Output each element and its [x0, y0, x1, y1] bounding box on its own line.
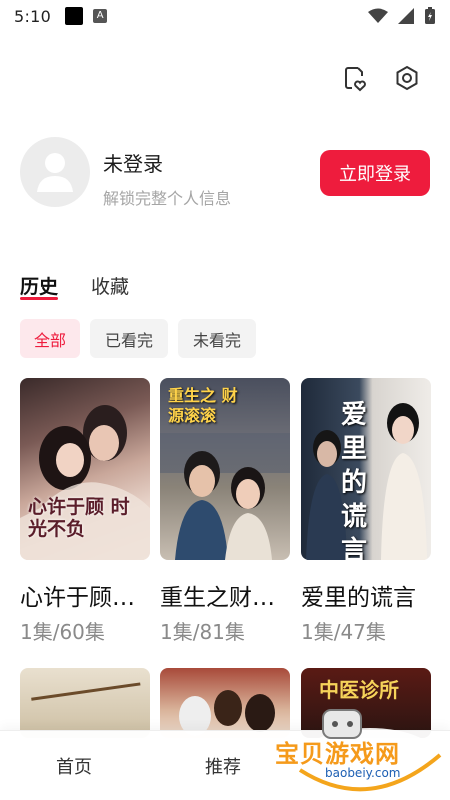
user-icon — [37, 153, 73, 192]
watermark-text: 宝贝游戏网 — [275, 740, 400, 768]
episode-progress: 1集/60集 — [20, 620, 105, 644]
avatar[interactable] — [20, 137, 90, 207]
drama-cover: 重生之 财源滚滚 — [160, 378, 290, 560]
wifi-icon — [368, 8, 388, 23]
cover-title: 心许于顾 时光不负 — [28, 496, 130, 540]
episode-progress: 1集/47集 — [301, 620, 386, 644]
profile-subtitle: 解锁完整个人信息 — [103, 189, 232, 208]
drama-card[interactable] — [160, 668, 290, 738]
tab-history[interactable]: 历史 — [20, 272, 58, 299]
favorites-icon[interactable] — [338, 62, 370, 94]
drama-cover: 心许于顾 时光不负 — [20, 378, 150, 560]
episode-progress: 1集/81集 — [160, 620, 245, 644]
drama-title: 心许于顾时光不负 — [20, 585, 150, 611]
settings-icon[interactable] — [391, 62, 423, 94]
nav-home[interactable]: 首页 — [56, 753, 92, 779]
cover-title: 重生之 财源滚滚 — [168, 386, 238, 425]
cover-title: 爱里的谎言 — [341, 400, 368, 560]
cover-title: 中医诊所 — [319, 678, 399, 702]
drama-card[interactable]: 重生之 财源滚滚 重生之财源滚滚 1集/81集 — [160, 378, 290, 648]
drama-card[interactable] — [20, 668, 150, 738]
watermark-url: baobeiy.com — [325, 766, 401, 780]
drama-cover — [20, 668, 150, 738]
drama-title: 重生之财源滚滚 — [160, 585, 290, 611]
battery-icon — [425, 7, 435, 24]
drama-card[interactable]: 爱里的谎言 爱里的谎言 1集/47集 — [301, 378, 431, 648]
signal-icon — [398, 8, 414, 24]
profile-name: 未登录 — [103, 152, 163, 176]
notification-icon — [65, 7, 84, 25]
active-tab-indicator — [20, 297, 58, 300]
drama-card[interactable]: 心许于顾 时光不负 心许于顾时光不负 1集/60集 — [20, 378, 150, 648]
app-notification-icon: A — [93, 9, 108, 23]
status-bar: 5:10 A — [0, 0, 450, 32]
filter-finished[interactable]: 已看完 — [90, 319, 168, 358]
drama-title: 爱里的谎言 — [301, 585, 416, 611]
login-button[interactable]: 立即登录 — [320, 150, 430, 196]
tab-favorites[interactable]: 收藏 — [91, 272, 129, 299]
nav-recommend[interactable]: 推荐 — [205, 753, 241, 779]
filter-unfinished[interactable]: 未看完 — [178, 319, 256, 358]
status-time: 5:10 — [14, 6, 52, 26]
drama-cover: 爱里的谎言 — [301, 378, 431, 560]
watermark: 宝贝游戏网 baobeiy.com — [275, 700, 445, 800]
drama-cover — [160, 668, 290, 738]
filter-all[interactable]: 全部 — [20, 319, 80, 358]
